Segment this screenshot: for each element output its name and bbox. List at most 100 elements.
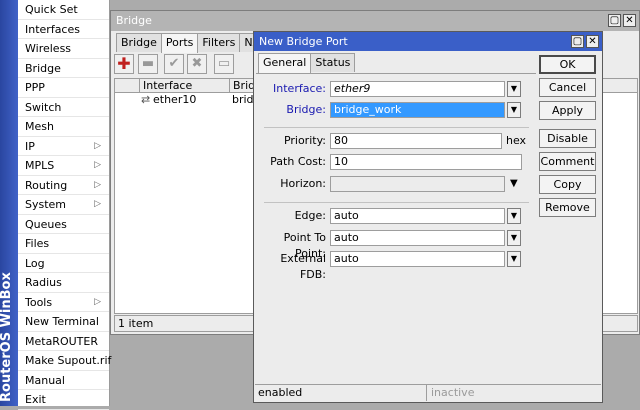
menu-item-label: Bridge — [25, 61, 61, 75]
bridge-label: Bridge: — [286, 103, 326, 116]
column-header-interface[interactable]: Interface — [139, 79, 229, 93]
menu-item-routing[interactable]: Routing ▷ — [18, 176, 109, 195]
menu-item-label: Exit — [25, 393, 46, 406]
menu-item-label: Manual — [25, 373, 65, 387]
menu-item-log[interactable]: Log — [18, 254, 109, 273]
horizon-label: Horizon: — [280, 177, 326, 190]
menu-item-label: New Terminal — [25, 315, 99, 328]
menu-item-files[interactable]: Files — [18, 234, 109, 254]
remove-icon[interactable]: ▬ — [138, 54, 158, 74]
menu-item-mesh[interactable]: Mesh — [18, 117, 109, 137]
edge-field[interactable]: auto — [330, 208, 505, 224]
comment-button[interactable]: Comment — [539, 152, 596, 171]
menu-item-bridge[interactable]: Bridge — [18, 59, 109, 78]
menu-item-mpls[interactable]: MPLS ▷ — [18, 156, 109, 176]
ok-button[interactable]: OK — [539, 55, 596, 74]
menu-item-label: Interfaces — [25, 22, 80, 36]
close-icon[interactable]: ✕ — [623, 14, 636, 27]
bridge-window-title: Bridge — [116, 14, 152, 27]
add-icon[interactable]: ✚ — [114, 54, 134, 74]
menu-item-quick-set[interactable]: Quick Set — [18, 0, 109, 20]
menu-item-label: MPLS — [25, 159, 55, 172]
menu-item-manual[interactable]: Manual — [18, 371, 109, 390]
priority-label: Priority: — [283, 134, 326, 147]
interface-label: Interface: — [273, 82, 326, 95]
menu-item-label: Routing — [25, 178, 68, 192]
point-to-point-label: Point To Point: — [283, 231, 326, 260]
port-icon: ⇄ — [141, 93, 151, 106]
menu-item-wireless[interactable]: Wireless — [18, 39, 109, 59]
main-menu: Quick Set Interfaces Wireless Bridge PPP Swit… — [18, 0, 112, 410]
tab-bridge[interactable]: Bridge — [116, 33, 162, 52]
priority-field[interactable]: 80 — [330, 133, 502, 149]
menu-item-label: Tools — [25, 295, 53, 309]
menu-item-label: PPP — [25, 81, 45, 94]
status-inactive: inactive — [431, 386, 475, 399]
menu-item-label: IP — [25, 139, 35, 153]
path-cost-field[interactable]: 10 — [330, 154, 522, 170]
bridge-tabs: BridgePortsFiltersNAT — [116, 33, 272, 53]
copy-button[interactable]: Copy — [539, 175, 596, 194]
submenu-arrow-icon: ▷ — [94, 179, 101, 190]
menu-item-interfaces[interactable]: Interfaces — [18, 20, 109, 39]
edge-dropdown-icon[interactable]: ▼ — [507, 208, 521, 224]
dialog-titlebar[interactable]: New Bridge Port ▢ ✕ — [254, 32, 602, 51]
disable-button[interactable]: Disable — [539, 129, 596, 148]
interface-dropdown-icon[interactable]: ▼ — [507, 81, 521, 97]
dialog-tabs: General Status — [258, 53, 356, 73]
menu-item-ppp[interactable]: PPP — [18, 78, 109, 98]
menu-item-label: Log — [25, 256, 45, 270]
menu-item-exit[interactable]: Exit — [18, 390, 109, 410]
column-header-flags[interactable] — [115, 79, 139, 93]
menu-item-radius[interactable]: Radius — [18, 273, 109, 293]
point-to-point-field[interactable]: auto — [330, 230, 505, 246]
remove-button[interactable]: Remove — [539, 198, 596, 217]
path-cost-label: Path Cost: — [270, 155, 326, 168]
cancel-button[interactable]: Cancel — [539, 78, 596, 97]
bridge-toolbar: ✚ ▬ ✔ ✖ ▭ — [114, 54, 264, 75]
tab-filters[interactable]: Filters — [197, 33, 241, 52]
item-count: 1 item — [118, 317, 154, 330]
tab-general[interactable]: General — [258, 53, 312, 73]
menu-item-metarouter[interactable]: MetaROUTER — [18, 332, 109, 351]
menu-item-label: Switch — [25, 100, 62, 114]
external-fdb-field[interactable]: auto — [330, 251, 505, 267]
menu-item-system[interactable]: System ▷ — [18, 195, 109, 215]
menu-item-switch[interactable]: Switch — [18, 98, 109, 117]
menu-item-new-terminal[interactable]: New Terminal — [18, 312, 109, 332]
bridge-dropdown-icon[interactable]: ▼ — [507, 102, 521, 118]
menu-item-label: Make Supout.rif — [25, 354, 112, 367]
dialog-status-bar: enabled inactive — [255, 384, 601, 401]
enable-icon[interactable]: ✔ — [164, 54, 184, 74]
menu-item-tools[interactable]: Tools ▷ — [18, 293, 109, 312]
menu-item-ip[interactable]: IP ▷ — [18, 137, 109, 156]
bridge-window-titlebar[interactable]: Bridge ▢ ✕ — [111, 11, 639, 31]
horizon-expand-icon[interactable]: ▼ — [510, 176, 518, 192]
menu-item-label: MetaROUTER — [25, 334, 98, 348]
disable-icon[interactable]: ✖ — [187, 54, 207, 74]
menu-item-label: Wireless — [25, 42, 72, 55]
apply-button[interactable]: Apply — [539, 101, 596, 120]
horizon-field[interactable] — [330, 176, 505, 192]
submenu-arrow-icon: ▷ — [94, 140, 101, 151]
brand-strip: RouterOS WinBox — [0, 0, 18, 406]
close-icon[interactable]: ✕ — [586, 35, 599, 48]
submenu-arrow-icon: ▷ — [94, 199, 101, 209]
tab-status[interactable]: Status — [310, 53, 356, 72]
edge-label: Edge: — [294, 209, 326, 222]
dialog-title: New Bridge Port — [259, 35, 348, 48]
external-fdb-label: External FDB: — [280, 252, 326, 281]
restore-icon[interactable]: ▢ — [571, 35, 584, 48]
external-fdb-dropdown-icon[interactable]: ▼ — [507, 251, 521, 267]
tab-ports[interactable]: Ports — [160, 33, 199, 53]
menu-item-queues[interactable]: Queues — [18, 215, 109, 234]
point-to-point-dropdown-icon[interactable]: ▼ — [507, 230, 521, 246]
comment-icon[interactable]: ▭ — [214, 54, 234, 74]
menu-item-label: Quick Set — [25, 3, 78, 16]
submenu-arrow-icon: ▷ — [94, 296, 101, 307]
menu-item-make-supout-rif[interactable]: Make Supout.rif — [18, 351, 112, 371]
restore-icon[interactable]: ▢ — [608, 14, 621, 27]
menu-item-label: Radius — [25, 276, 62, 289]
interface-field[interactable]: ether9 — [330, 81, 505, 97]
bridge-field[interactable]: bridge_work — [330, 102, 505, 118]
